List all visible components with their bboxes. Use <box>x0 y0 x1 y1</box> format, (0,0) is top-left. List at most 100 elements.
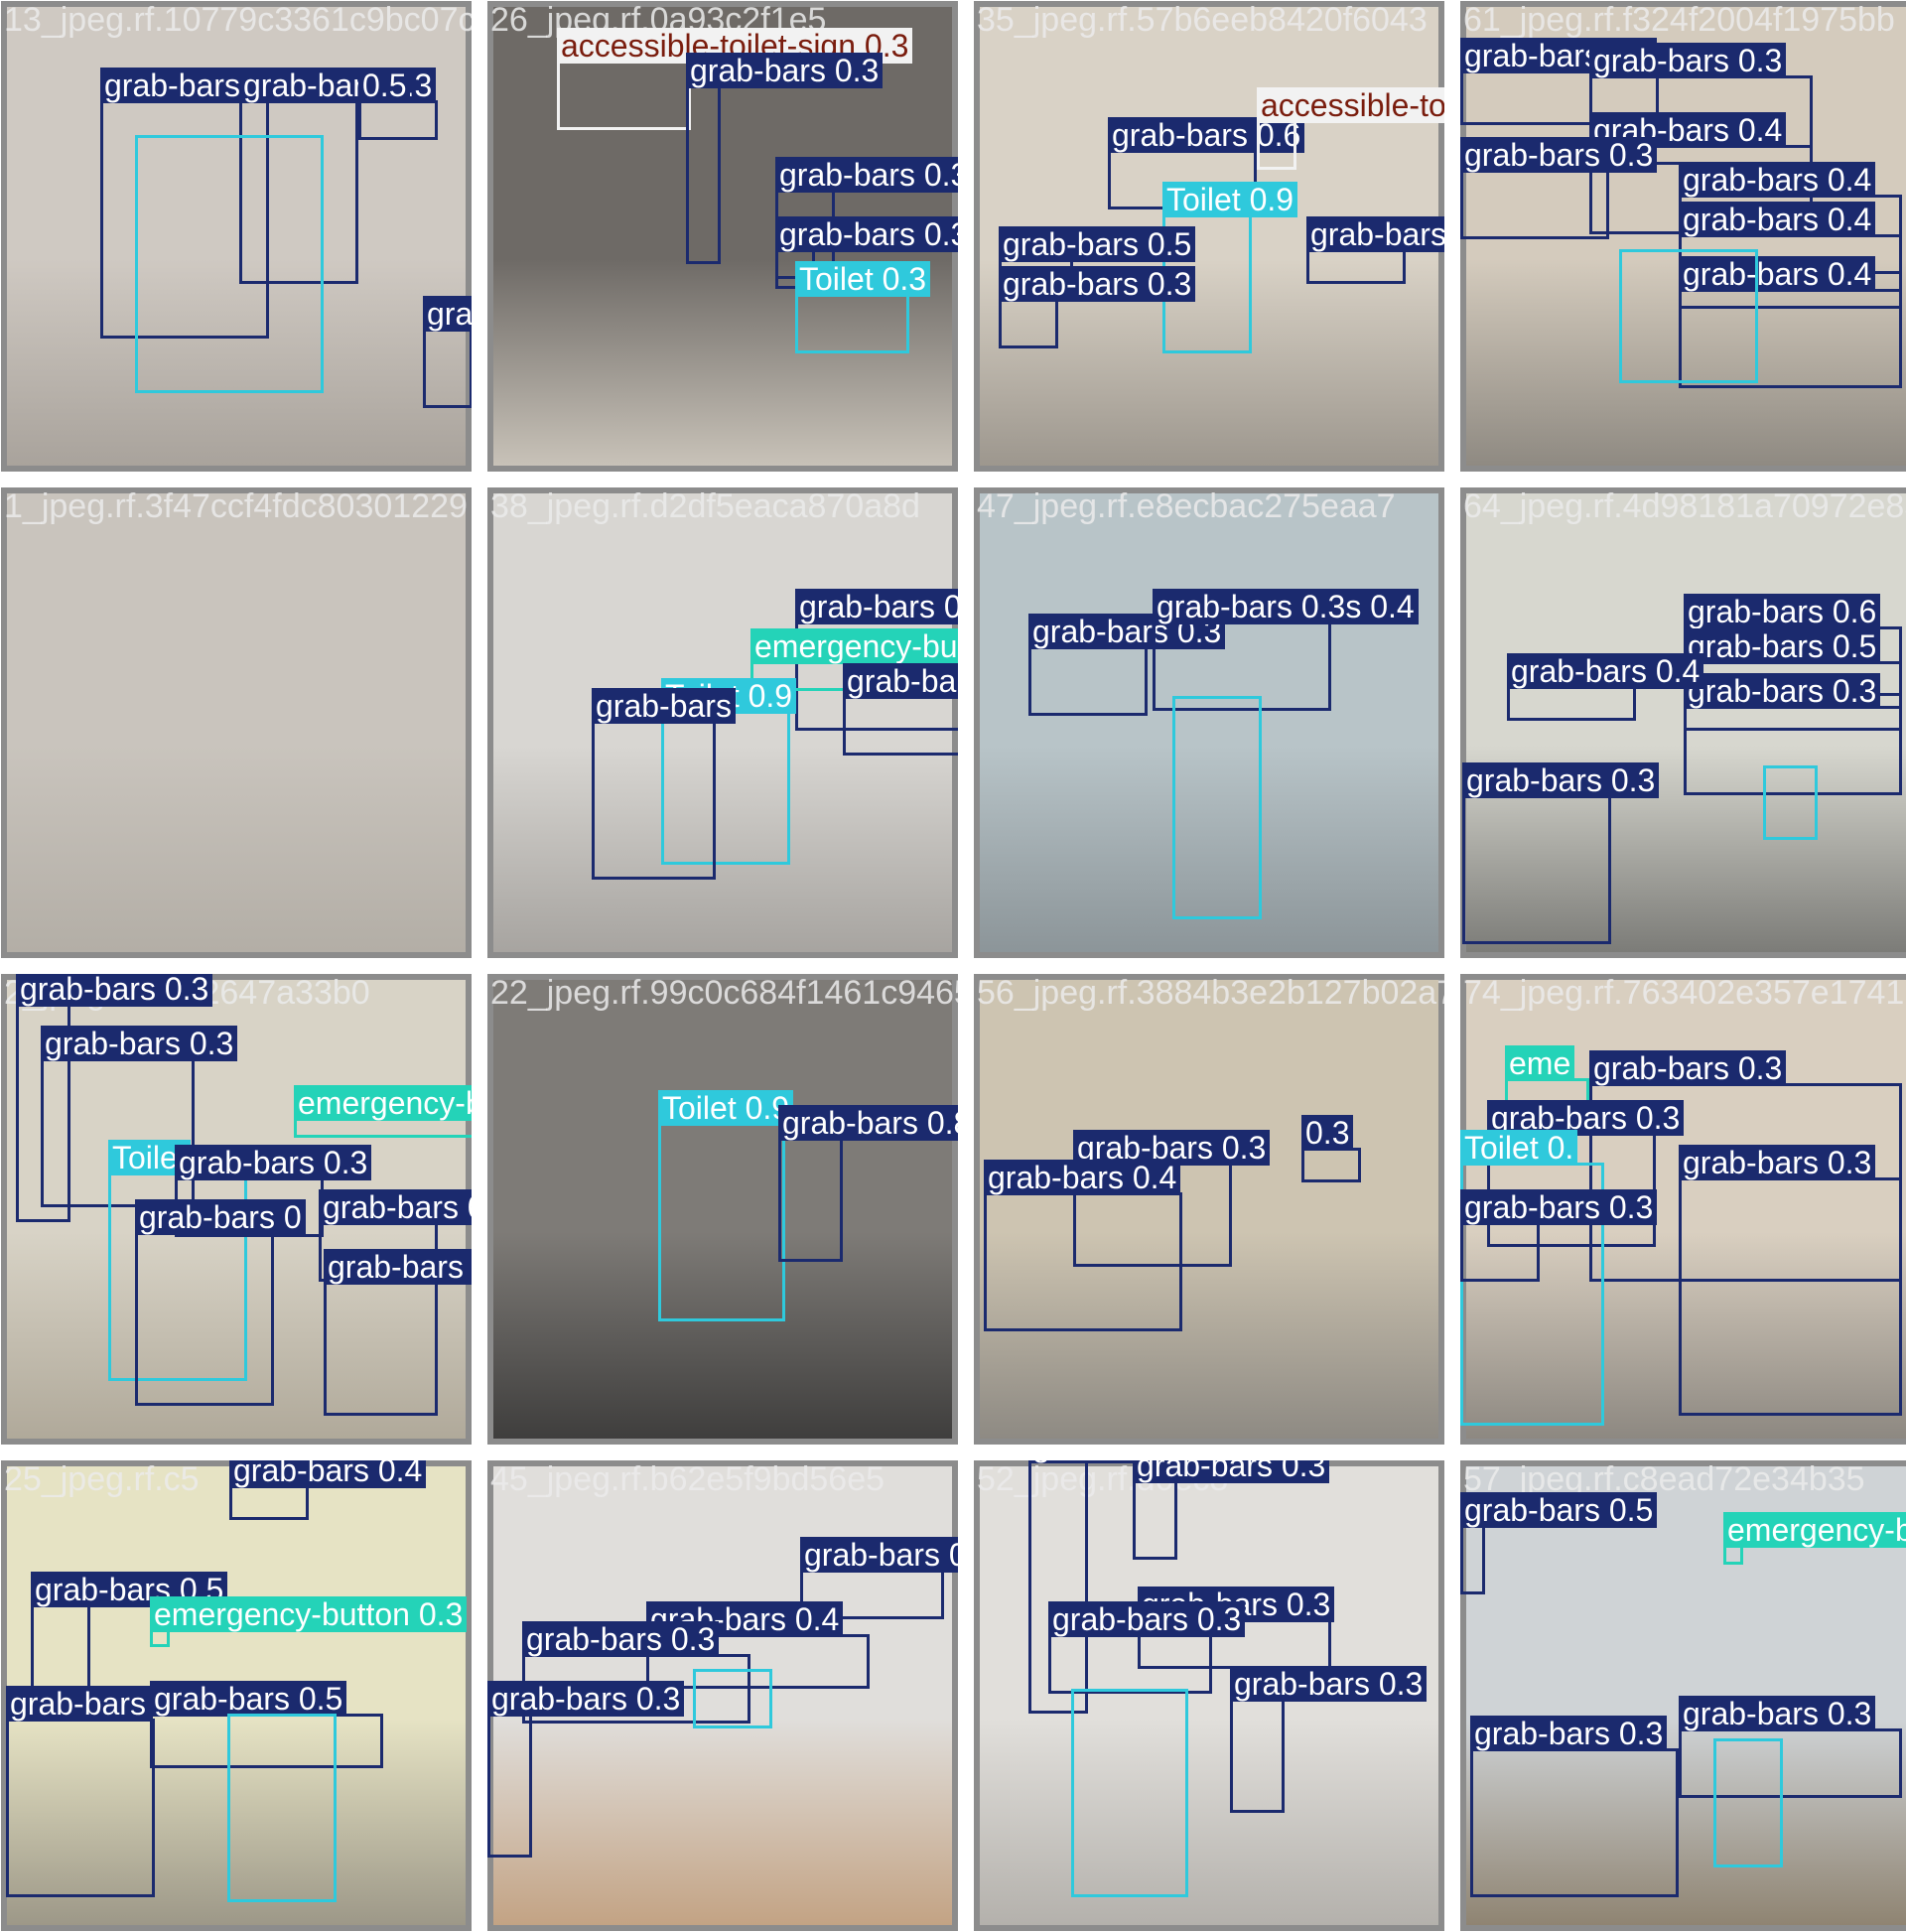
toilet-detection-box <box>135 135 324 393</box>
grab-bars-detection-box: grab-bars 0 <box>135 1199 306 1406</box>
detection-label: grab-bars 0.8 <box>778 1105 958 1141</box>
detection-label: grab-bars 0.3 <box>1684 673 1881 709</box>
grab-bars-detection-box: grab-bars 0.8 <box>778 1105 958 1262</box>
detection-label: grab-bars 0.4 <box>319 1189 472 1225</box>
detection-label: grab-bars 0.4 <box>984 1160 1181 1195</box>
detection-label: grab-bars 0.6 <box>1684 594 1881 629</box>
detection-label: Toilet 0.9 <box>1162 182 1298 217</box>
detection-label: grab-bars 0.3s 0.4 <box>1153 589 1419 624</box>
toilet-detection-box: Toilet 0.9 <box>658 1090 794 1321</box>
image-tile: 45_jpeg.rf.b62e5f9bd56e5 grab-bars 0.5.6 g… <box>486 1459 959 1932</box>
image-filename: 13_jpeg.rf.10779c3361c9bc07c4 <box>4 1 473 39</box>
detection-label: grab-bars <box>592 688 736 724</box>
detection-label: grab-bars 0.3 <box>1679 1145 1876 1180</box>
grab-bars-detection-box: grab-bars 0.3 <box>999 266 1196 348</box>
detection-label: emergency-butto <box>750 628 958 664</box>
grab-bars-detection-box: 0.3 <box>1301 1115 1361 1182</box>
grab-bars-detection-box: grab-bars 0.3 <box>843 663 958 756</box>
detection-label: grab-bars 0.4 <box>229 1460 427 1488</box>
detection-label: grab-bars 0.3 <box>775 216 958 252</box>
image-tile: 2_jpeg.rf.da52647a33b0grab-bars 0.3grab-… <box>0 973 473 1446</box>
detection-label: grab-bars 0.3 <box>1470 1716 1668 1751</box>
detection-label: eme <box>1505 1045 1575 1081</box>
image-filename: 45_jpeg.rf.b62e5f9bd56e5 <box>490 1460 885 1498</box>
detection-label: grab-bars 0.3 <box>1048 1601 1246 1637</box>
image-tile: 38_jpeg.rf.d2df5eaca870a8dgrab-bars 0.3e… <box>486 486 959 959</box>
grab-bars-detection-box: grab-bars 0.4 <box>1507 653 1704 721</box>
grab-bars-detection-box: grab-bars 0.3 <box>1462 762 1660 944</box>
accessible-toilet-sign-detection-box: accessible-toilet-sign 0.3 <box>1257 87 1444 170</box>
image-tile: 57_jpeg.rf.c8ead72e34b35 grab-bars 0.5 eme… <box>1459 1459 1906 1932</box>
detection-label: grab-bars 0.5 <box>1460 1492 1658 1528</box>
bathroom-photo <box>7 493 466 952</box>
grab-bars-detection-box: grab-bars 0.5 <box>1460 1492 1658 1594</box>
detection-label: emergency-button 0.3 <box>150 1596 468 1632</box>
image-tile: 56_jpeg.rf.3884b3e2b127b02a70 grab-bars 0… <box>973 973 1445 1446</box>
detection-label: grab-bars 0.3 <box>487 1681 685 1717</box>
image-tile: 1_jpeg.rf.3f47ccf4fdc80301229 <box>0 486 473 959</box>
detection-label: grab-bars 0.3 <box>1460 137 1658 173</box>
detection-label: Toilet 0.3 <box>795 261 931 297</box>
detection-label: accessible-toilet-sign 0.3 <box>1257 87 1444 123</box>
toilet-detection-box <box>227 1714 337 1902</box>
image-tile: 25_jpeg.rf.c5 grab-bars 0.4 grab-bars 0.5 e… <box>0 1459 473 1932</box>
detection-label: emergency-button 0.3 <box>1723 1512 1906 1548</box>
grab-bars-detection-box: grab-bars 0.3 <box>1133 1460 1330 1560</box>
grab-bars-detection-box: grab-bars 0.3 <box>1470 1716 1679 1897</box>
detection-label: grab-bars 0.3 <box>1679 1696 1876 1731</box>
image-tile: 52_jpeg.rf.d0ec8grab-bars 0.4grab-bars 0… <box>973 1459 1445 1932</box>
image-filename: 38_jpeg.rf.d2df5eaca870a8d <box>490 487 920 525</box>
detection-label: grab-bars 0.3 <box>999 266 1196 302</box>
grab-bars-detection-box: grab-bars <box>592 688 736 880</box>
image-tile: 35_jpeg.rf.57b6eeb8420f6043 grab-bars 0.6… <box>973 0 1445 473</box>
detection-label: Toilet 0.9 <box>658 1090 794 1126</box>
detection-label: grab-bars 0.5.6 <box>800 1537 958 1573</box>
grab-bars-detection-box: grab-bars 0.3 <box>1679 1145 1902 1416</box>
image-filename: 47_jpeg.rf.e8ecbac275eaa7 <box>977 487 1396 525</box>
detection-label: grab-bars 0.5 <box>150 1681 347 1717</box>
detection-label: grab-bars 0.3 <box>1133 1460 1330 1483</box>
detection-label: grab-bars 0.3 <box>1589 43 1787 78</box>
toilet-detection-box <box>1071 1689 1188 1897</box>
detection-label: grab-bars 0.3 <box>522 1621 720 1657</box>
detection-mosaic: 13_jpeg.rf.10779c3361c9bc07c4 grab-bars 0… <box>0 0 1906 1932</box>
detection-label: grab-bars 0.3 <box>324 1249 472 1285</box>
detection-label: grab-bars 0.4 <box>1507 653 1704 689</box>
grab-bars-detection-box: grab-bars 0.3 <box>686 53 884 264</box>
image-tile: 26_jpeg.rf.0a93c2f1e5 accessible-toilet-s… <box>486 0 959 473</box>
grab-bars-detection-box: grab-bars 0.3 <box>423 296 472 408</box>
detection-label: grab-bars 0.3 <box>795 589 958 624</box>
grab-bars-detection-box: grab-bars 0.3 <box>487 1681 685 1858</box>
detection-label: grab-bars 0.3 <box>175 1145 372 1180</box>
image-tile: 47_jpeg.rf.e8ecbac275eaa7 grab-bars 0.3 gr… <box>973 486 1445 959</box>
detection-label: 0.3 <box>1301 1115 1354 1151</box>
detection-label: grab-bars 0.4 <box>1679 162 1876 198</box>
detection-label: 0.5 <box>358 68 411 103</box>
detection-label: grab-bars 0.3 <box>843 663 958 699</box>
emergency-button-detection-box: emergency-button 0.4 <box>294 1085 472 1138</box>
detection-label: emergency-button 0.4 <box>294 1085 472 1121</box>
detection-label: grab-bars 0.3 <box>423 296 472 332</box>
image-tile: 74_jpeg.rf.763402e357e1741 grab-bars 0.3 e… <box>1459 973 1906 1446</box>
detection-label: Toilet 0. <box>1460 1130 1578 1166</box>
grab-bars-detection-box: grab-bars 0.3 <box>1048 1601 1246 1694</box>
detection-label: grab-bars 0.3 <box>1460 1189 1658 1225</box>
grab-bars-detection-box: grab-bars 0.4 <box>229 1460 427 1520</box>
grab-bars-detection-box: grab-bars 0.3 <box>324 1249 472 1416</box>
detection-label: grab-bars 0.5 <box>1684 628 1881 664</box>
toilet-detection-box <box>1172 696 1262 919</box>
grab-bars-detection-box: grab-bars <box>6 1686 155 1897</box>
detection-label: grab-bars 0.4 <box>1679 202 1876 237</box>
grab-bars-detection-box: grab-bars 0.3 <box>1460 1189 1658 1282</box>
image-filename: 74_jpeg.rf.763402e357e1741 <box>1463 974 1905 1012</box>
grab-bars-detection-box: grab-bars 0.8 <box>1306 216 1444 284</box>
grab-bars-detection-box: grab-bars 0.3 <box>1028 614 1226 716</box>
grab-bars-detection-box: grab-bars 0.4 <box>984 1160 1182 1331</box>
image-filename: 56_jpeg.rf.3884b3e2b127b02a70 <box>977 974 1445 1012</box>
emergency-button-detection-box: emergency-button 0.3 <box>1723 1512 1906 1565</box>
accessible-toilet-sign-detection-box: accessible-toilet-sign 0.3 <box>557 28 913 130</box>
detection-label: grab-bars 0 <box>135 1199 306 1235</box>
image-filename: 25_jpeg.rf.c5 <box>4 1460 200 1498</box>
image-tile: 64_jpeg.rf.4d98181a70972e836 grab-bars 0.… <box>1459 486 1906 959</box>
detection-label: grab-bars 0.3 <box>1230 1666 1428 1702</box>
